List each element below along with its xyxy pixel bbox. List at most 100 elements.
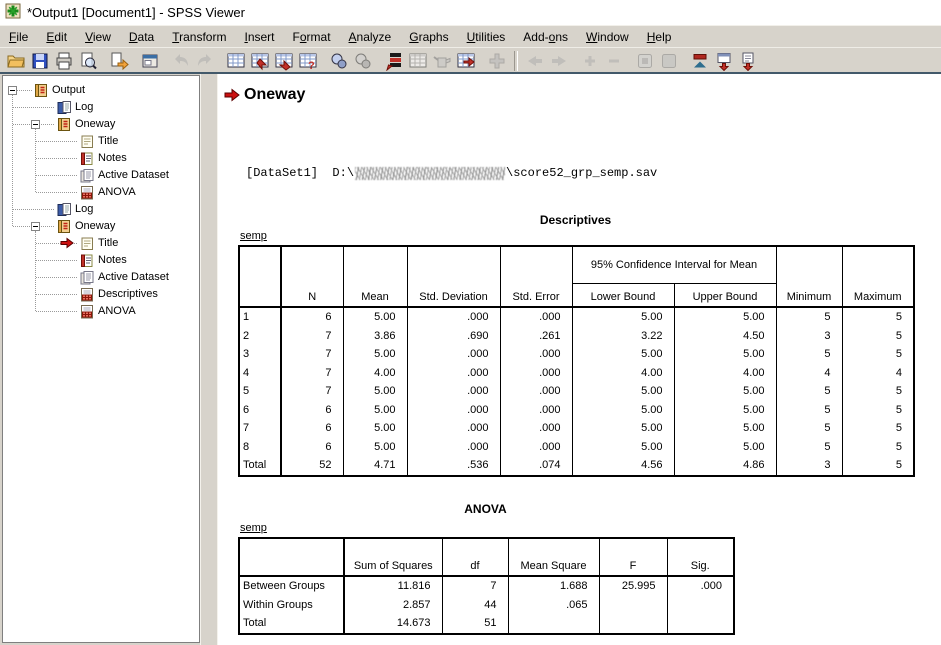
tree-item-label: ANOVA	[98, 186, 136, 198]
cell: .000	[667, 576, 734, 596]
cell: 51	[442, 614, 508, 634]
tree-item-label: Log	[75, 101, 93, 113]
promote-button[interactable]	[578, 50, 602, 72]
collapse-button[interactable]	[657, 50, 681, 72]
dataset-path-prefix: [DataSet1] D:\	[246, 166, 354, 180]
cell: 7	[281, 382, 343, 401]
cell: .000	[500, 401, 572, 420]
redo-button[interactable]	[193, 50, 217, 72]
variables-button[interactable]	[272, 50, 296, 72]
table-row: Between Groups11.81671.68825.995.000	[239, 576, 734, 596]
cell	[667, 596, 734, 615]
column-header: Maximum	[842, 246, 914, 307]
tree-item-oneway[interactable]: Oneway	[3, 218, 199, 235]
column-header: Mean	[343, 246, 407, 307]
pane-splitter[interactable]	[200, 74, 218, 645]
tree-item-anova[interactable]: ANOVA	[3, 184, 199, 201]
current-item-arrow-icon	[224, 88, 240, 102]
undo-button[interactable]	[169, 50, 193, 72]
menu-item-insert[interactable]: Insert	[235, 28, 283, 46]
anova-table[interactable]: Sum of SquaresdfMean SquareFSig.Between …	[238, 537, 735, 635]
descriptives-caption: semp	[240, 230, 267, 242]
tree-item-notes[interactable]: Notes	[3, 252, 199, 269]
menu-item-utilities[interactable]: Utilities	[458, 28, 515, 46]
cell: 7	[442, 576, 508, 596]
column-header: Mean Square	[508, 538, 599, 576]
previous-item-button[interactable]	[523, 50, 547, 72]
recall-dialogs-button[interactable]	[138, 50, 162, 72]
insert-plus-button[interactable]	[485, 50, 509, 72]
current-item-arrow-icon	[60, 237, 74, 252]
menu-item-window[interactable]: Window	[577, 28, 638, 46]
split-file-button[interactable]	[454, 50, 478, 72]
cell: .536	[407, 456, 500, 476]
tree-item-output[interactable]: Output	[3, 82, 199, 99]
tree-item-title[interactable]: Title	[3, 235, 199, 252]
cell: 5.00	[343, 401, 407, 420]
cell	[599, 596, 667, 615]
column-header: Std. Error	[500, 246, 572, 307]
cell: 5	[776, 419, 842, 438]
goto-data-button[interactable]	[224, 50, 248, 72]
cell: 7	[281, 345, 343, 364]
expand-button[interactable]	[633, 50, 657, 72]
cell: 4.56	[572, 456, 674, 476]
show-item-button[interactable]	[688, 50, 712, 72]
oneway-heading[interactable]: Oneway	[224, 86, 305, 104]
variable-info-button[interactable]: ?	[296, 50, 320, 72]
tree-item-log[interactable]: Log	[3, 201, 199, 218]
select-cases-button[interactable]	[382, 50, 406, 72]
export-output-button[interactable]	[107, 50, 131, 72]
menu-item-graphs[interactable]: Graphs	[400, 28, 457, 46]
cell: .000	[500, 438, 572, 457]
menu-item-data[interactable]: Data	[120, 28, 163, 46]
tree-item-title[interactable]: Title	[3, 133, 199, 150]
app-icon[interactable]	[5, 3, 21, 22]
table-row: Total524.71.536.0744.564.8635	[239, 456, 914, 476]
weight-cases-button[interactable]	[430, 50, 454, 72]
cell: 1.688	[508, 576, 599, 596]
descriptives-title: Descriptives	[238, 213, 913, 227]
table-row: 165.00.000.0005.005.0055	[239, 307, 914, 327]
tree-item-active-dataset[interactable]: Active Dataset	[3, 167, 199, 184]
print-preview-button[interactable]	[76, 50, 100, 72]
menu-item-analyze[interactable]: Analyze	[340, 28, 401, 46]
descriptives-table[interactable]: NMeanStd. DeviationStd. Error95% Confide…	[238, 245, 915, 477]
anova-caption: semp	[240, 522, 267, 534]
save-file-button[interactable]	[28, 50, 52, 72]
tree-item-label: Notes	[98, 254, 127, 266]
next-item-button[interactable]	[547, 50, 571, 72]
tree-item-log[interactable]: Log	[3, 99, 199, 116]
insert-text-button[interactable]	[736, 50, 760, 72]
tree-item-active-dataset[interactable]: Active Dataset	[3, 269, 199, 286]
menu-item-file[interactable]: File	[0, 28, 37, 46]
menu-item-edit[interactable]: Edit	[37, 28, 76, 46]
goto-case-button[interactable]	[248, 50, 272, 72]
cell: 5.00	[572, 401, 674, 420]
use-variable-sets-button[interactable]	[406, 50, 430, 72]
find-next-button[interactable]	[351, 50, 375, 72]
tree-item-oneway[interactable]: Oneway	[3, 116, 199, 133]
cell: 5.00	[572, 438, 674, 457]
open-file-button[interactable]	[4, 50, 28, 72]
menu-item-transform[interactable]: Transform	[163, 28, 235, 46]
print-button[interactable]	[52, 50, 76, 72]
cell: 5	[842, 456, 914, 476]
menu-item-help[interactable]: Help	[638, 28, 681, 46]
menu-item-format[interactable]: Format	[284, 28, 340, 46]
tree-item-label: Log	[75, 203, 93, 215]
demote-button[interactable]	[602, 50, 626, 72]
cell	[599, 614, 667, 634]
tree-item-notes[interactable]: Notes	[3, 150, 199, 167]
find-button[interactable]	[327, 50, 351, 72]
title-bar: *Output1 [Document1] - SPSS Viewer	[0, 0, 941, 25]
tree-item-descriptives[interactable]: Descriptives	[3, 286, 199, 303]
cell: 5	[842, 327, 914, 346]
menu-item-add-ons[interactable]: Add-ons	[514, 28, 577, 46]
menu-item-view[interactable]: View	[76, 28, 120, 46]
tree-item-anova[interactable]: ANOVA	[3, 303, 199, 320]
tree-item-label: ANOVA	[98, 305, 136, 317]
insert-title-button[interactable]	[712, 50, 736, 72]
menu-bar: FileEditViewDataTransformInsertFormatAna…	[0, 25, 941, 47]
cell: 52	[281, 456, 343, 476]
